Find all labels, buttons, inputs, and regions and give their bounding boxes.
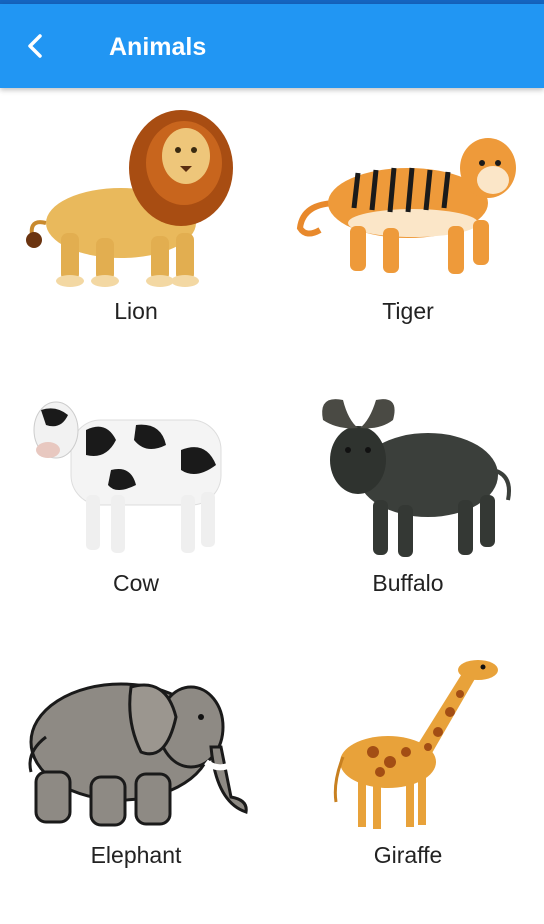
animal-label: Cow [112,570,159,596]
app-bar: Animals [0,4,544,88]
elephant-image [28,682,248,827]
animal-label: Elephant [90,842,182,868]
animal-card-buffalo[interactable]: Buffalo [272,364,544,636]
animal-label: Tiger [382,298,434,324]
animal-card-tiger[interactable]: Tiger [272,92,544,364]
page-title: Animals [109,33,207,61]
animal-card-elephant[interactable]: Elephant [0,636,272,908]
animal-card-cow[interactable]: Cow [0,364,272,636]
arrow-back-icon [28,34,42,58]
animal-label: Giraffe [373,842,443,868]
back-button[interactable] [14,24,58,68]
tiger-image [296,138,516,274]
cow-image [33,401,222,553]
animal-card-lion[interactable]: Lion [0,92,272,364]
animal-card-giraffe[interactable]: Giraffe [272,636,544,908]
animal-label: Lion [114,298,158,324]
lion-image [26,110,233,287]
giraffe-image [333,660,498,829]
buffalo-image [322,399,511,557]
animal-label: Buffalo [372,570,444,596]
